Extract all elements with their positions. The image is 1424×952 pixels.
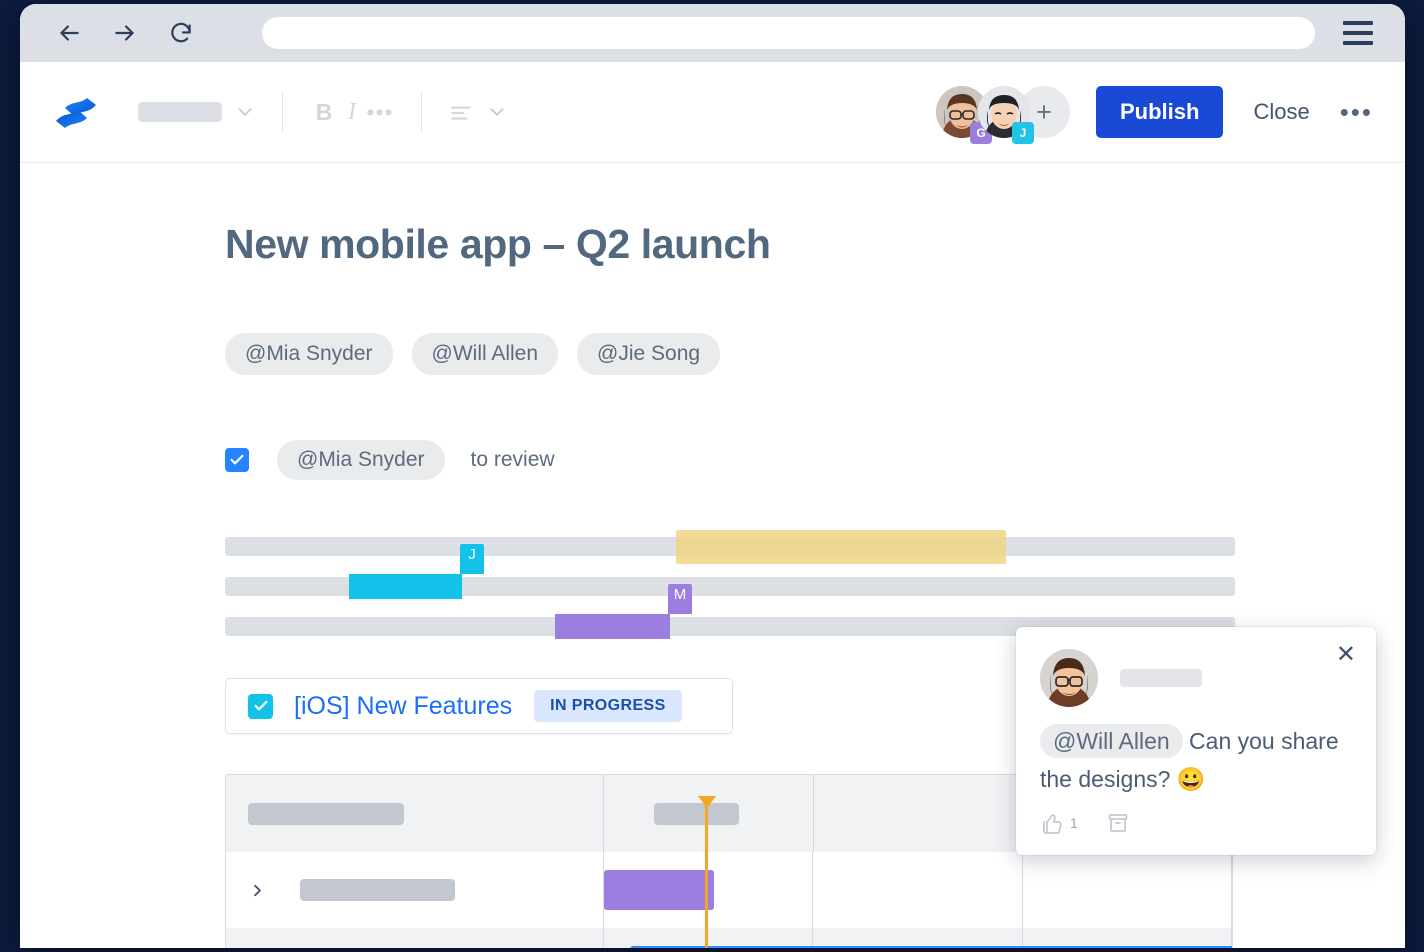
paragraph-line — [225, 528, 1405, 568]
comment-mention-pill[interactable]: @Will Allen — [1040, 724, 1183, 758]
bold-button[interactable]: B — [309, 99, 339, 126]
chevron-down-icon — [486, 101, 508, 123]
thumbs-up-icon — [1043, 813, 1062, 834]
avatar-badge: J — [1011, 122, 1034, 144]
task-item: @Mia Snyder to review — [225, 440, 1405, 480]
chevron-right-icon[interactable] — [248, 881, 268, 900]
today-marker-line — [698, 796, 716, 948]
publish-button[interactable]: Publish — [1095, 86, 1224, 138]
reload-button[interactable] — [166, 18, 196, 48]
back-button[interactable] — [54, 18, 84, 48]
check-icon — [230, 454, 244, 465]
paragraph-line: J — [225, 544, 1405, 608]
row-label-placeholder — [300, 879, 455, 901]
row-name-cell — [226, 928, 604, 948]
toolbar-divider — [282, 91, 283, 133]
comment-emoji: 😀 — [1176, 765, 1206, 792]
gantt-bar-purple[interactable] — [604, 870, 714, 910]
check-icon — [254, 700, 267, 711]
collaborator-avatars: G J + — [935, 86, 1070, 144]
archive-icon — [1108, 813, 1128, 832]
timeline-column — [1023, 928, 1232, 948]
header-cell-name — [226, 775, 604, 852]
font-style-select[interactable] — [100, 101, 256, 123]
confluence-logo[interactable] — [52, 88, 100, 136]
header-placeholder — [248, 802, 404, 825]
macro-checkbox[interactable] — [248, 693, 273, 719]
avatar — [1040, 649, 1098, 707]
comment-body: @Will Allen Can you share the designs? 😀 — [1040, 723, 1352, 799]
task-checkbox[interactable] — [225, 448, 249, 472]
timeline-column — [604, 928, 814, 948]
text-align-select[interactable] — [448, 99, 508, 125]
page-title: New mobile app – Q2 launch — [225, 221, 771, 267]
toolbar-divider — [421, 91, 422, 133]
table-row[interactable] — [226, 928, 1232, 948]
close-button[interactable]: Close — [1253, 99, 1309, 125]
timeline-column — [813, 852, 1023, 928]
row-timeline — [604, 928, 1232, 948]
task-mention-pill[interactable]: @Mia Snyder — [277, 440, 445, 480]
close-comment-button[interactable]: ✕ — [1336, 643, 1356, 667]
forward-button[interactable] — [110, 18, 140, 48]
browser-nav-buttons — [54, 18, 196, 48]
timeline-column — [604, 775, 814, 852]
collab-selection-m — [555, 614, 670, 639]
more-formatting-button[interactable]: ••• — [365, 99, 395, 126]
editor-page: New mobile app – Q2 launch @Mia Snyder @… — [20, 163, 1405, 948]
comment-actions: 1 — [1040, 811, 1352, 835]
reload-icon — [171, 22, 191, 43]
url-bar[interactable] — [262, 17, 1315, 49]
confluence-logo-icon — [56, 98, 96, 128]
browser-menu-button[interactable] — [1343, 18, 1377, 48]
collab-cursor-flag-j: J — [460, 544, 484, 574]
mention-pill[interactable]: @Jie Song — [577, 333, 721, 375]
timeline-column — [813, 928, 1023, 948]
timeline-column — [1023, 852, 1232, 928]
more-options-button[interactable]: ••• — [1340, 99, 1373, 125]
text-highlight-yellow — [676, 530, 1006, 564]
like-count: 1 — [1070, 814, 1078, 831]
row-name-cell — [226, 852, 604, 928]
arrow-left-icon — [60, 25, 79, 41]
comment-avatar-photo — [1040, 649, 1098, 707]
inline-comment-popup: ✕ @Will Allen Can you share the designs?… — [1016, 627, 1376, 855]
hamburger-menu-icon — [1343, 21, 1373, 25]
comment-author-placeholder — [1120, 669, 1202, 687]
table-row[interactable] — [226, 852, 1232, 928]
browser-chrome — [20, 4, 1405, 62]
text-align-icon — [448, 99, 474, 125]
status-badge: IN PROGRESS — [534, 690, 682, 722]
like-button[interactable]: 1 — [1040, 811, 1078, 835]
font-style-value — [138, 102, 222, 122]
jira-macro-card[interactable]: [iOS] New Features IN PROGRESS — [225, 678, 733, 734]
resolve-comment-button[interactable] — [1106, 811, 1130, 835]
task-text: to review — [470, 448, 555, 471]
browser-window: B I ••• G J + Publish Close ••• New mobi… — [20, 4, 1405, 948]
mention-pill[interactable]: @Mia Snyder — [225, 333, 393, 375]
macro-title-link[interactable]: [iOS] New Features — [294, 692, 512, 721]
mention-list: @Mia Snyder @Will Allen @Jie Song — [225, 333, 1405, 375]
comment-author-row — [1040, 649, 1352, 707]
hamburger-menu-icon — [1343, 41, 1373, 45]
collab-selection-j — [349, 574, 462, 599]
gantt-bar-blue[interactable] — [630, 946, 1232, 948]
avatar[interactable]: J — [977, 86, 1034, 144]
chevron-down-icon — [234, 101, 256, 123]
hamburger-menu-icon — [1343, 31, 1373, 35]
header-placeholder — [654, 803, 739, 825]
italic-button[interactable]: I — [339, 99, 365, 126]
mention-pill[interactable]: @Will Allen — [411, 333, 559, 375]
timeline-column — [814, 775, 1024, 852]
collab-cursor-flag-m: M — [668, 584, 692, 614]
arrow-right-icon — [115, 25, 134, 41]
row-timeline — [604, 852, 1232, 928]
editor-toolbar: B I ••• G J + Publish Close ••• — [20, 62, 1405, 163]
